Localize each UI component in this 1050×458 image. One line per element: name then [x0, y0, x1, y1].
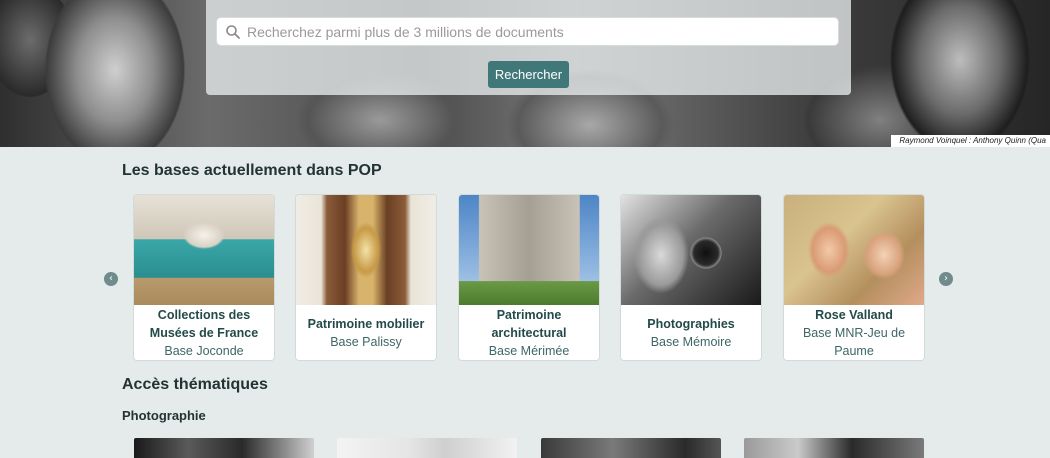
search-box[interactable]	[217, 18, 838, 45]
base-thumbnail	[459, 195, 599, 305]
search-panel: Rechercher	[206, 0, 851, 95]
base-card-name: Photographies	[647, 316, 735, 331]
base-card-subtitle: Base Mémoire	[650, 334, 732, 349]
bases-section-title: Les bases actuellement dans POP	[122, 162, 382, 179]
base-thumbnail	[134, 195, 274, 305]
hero-banner: Rechercher Raymond Voinquel : Anthony Qu…	[0, 0, 1050, 147]
photo-thumbnail[interactable]	[134, 438, 314, 458]
search-button[interactable]: Rechercher	[488, 61, 569, 88]
base-card-name: Patrimoine architectural	[491, 307, 567, 340]
carousel-prev-icon[interactable]: ‹	[104, 272, 118, 286]
base-card-subtitle: Base MNR-Jeu de Paume	[802, 325, 906, 358]
base-card-merimee[interactable]: Patrimoine architectural Base Mérimée	[459, 195, 599, 360]
base-card-name: Collections des Musées de France	[149, 307, 259, 340]
base-card-subtitle: Base Joconde	[164, 343, 244, 358]
base-card-joconde[interactable]: Collections des Musées de France Base Jo…	[134, 195, 274, 360]
base-card-name: Rose Valland	[815, 307, 893, 322]
photo-credit: Raymond Voinquel : Anthony Quinn (Qua	[891, 135, 1050, 147]
base-card-subtitle: Base Palissy	[330, 334, 402, 349]
base-card-palissy[interactable]: Patrimoine mobilier Base Palissy	[296, 195, 436, 360]
photo-thumbnail[interactable]	[337, 438, 517, 458]
base-thumbnail	[296, 195, 436, 305]
carousel-next-icon[interactable]: ›	[939, 272, 953, 286]
photo-thumbnail[interactable]	[744, 438, 924, 458]
base-card-subtitle: Base Mérimée	[488, 343, 570, 358]
base-thumbnail	[621, 195, 761, 305]
base-thumbnail	[784, 195, 924, 305]
base-card-mnr[interactable]: Rose Valland Base MNR-Jeu de Paume	[784, 195, 924, 360]
search-input[interactable]	[247, 18, 827, 45]
search-icon	[226, 25, 240, 39]
photo-thumbnail[interactable]	[541, 438, 721, 458]
base-card-memoire[interactable]: Photographies Base Mémoire	[621, 195, 761, 360]
base-card-name: Patrimoine mobilier	[307, 316, 425, 331]
thematic-section-title: Accès thématiques	[122, 376, 268, 393]
photography-subtitle: Photographie	[122, 408, 206, 423]
